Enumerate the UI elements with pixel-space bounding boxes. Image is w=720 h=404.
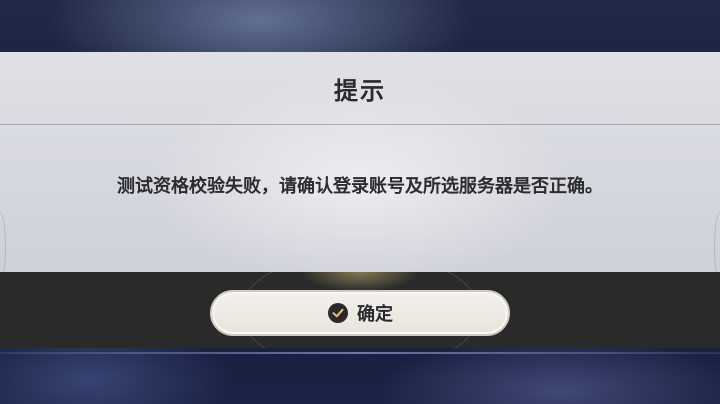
header-divider xyxy=(0,124,720,125)
dialog-title: 提示 xyxy=(334,76,386,105)
confirm-button[interactable]: 确定 xyxy=(210,290,510,336)
check-circle-icon xyxy=(327,302,349,324)
dialog-header: 提示 xyxy=(0,52,720,124)
bottom-divider xyxy=(0,352,720,354)
confirm-label: 确定 xyxy=(357,304,393,325)
dialog-footer: 确定 xyxy=(0,272,720,348)
decorative-glow xyxy=(300,272,420,292)
alert-dialog: 提示 测试资格校验失败，请确认登录账号及所选服务器是否正确。 xyxy=(0,52,720,282)
dialog-message: 测试资格校验失败，请确认登录账号及所选服务器是否正确。 xyxy=(117,176,603,197)
